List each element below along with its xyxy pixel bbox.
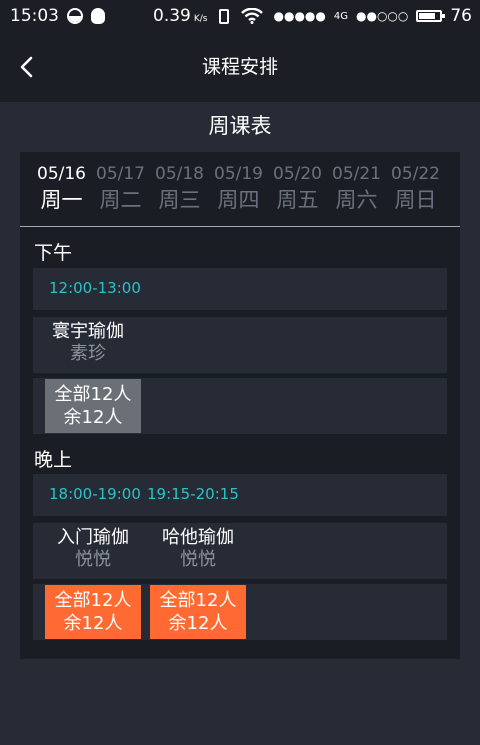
nav-bar: 课程安排 bbox=[0, 32, 480, 102]
slot-remaining: 余12人 bbox=[63, 407, 123, 428]
time-slot[interactable]: 18:00-19:00 bbox=[49, 485, 141, 503]
slot-remaining: 余12人 bbox=[63, 613, 123, 634]
day-tab-fri[interactable]: 05/20 周五 bbox=[268, 162, 327, 220]
status-center: 0.39 K/s bbox=[153, 0, 264, 32]
day-week: 周四 bbox=[217, 188, 260, 212]
battery-icon bbox=[416, 10, 446, 22]
time-row-afternoon: 12:00-13:00 bbox=[33, 268, 447, 310]
do-not-disturb-icon bbox=[67, 8, 83, 24]
course-item[interactable]: 哈他瑜伽 悦悦 bbox=[143, 527, 253, 571]
booking-slot[interactable]: 全部12人 余12人 bbox=[45, 379, 141, 433]
slot-total: 全部12人 bbox=[159, 590, 237, 611]
status-left: 15:03 bbox=[10, 6, 105, 26]
course-item[interactable]: 入门瑜伽 悦悦 bbox=[38, 527, 148, 571]
day-date: 05/21 bbox=[332, 164, 381, 184]
course-teacher: 素珍 bbox=[70, 343, 106, 364]
time-slot[interactable]: 12:00-13:00 bbox=[49, 279, 141, 297]
day-date: 05/19 bbox=[214, 164, 263, 184]
signal-strength-icon-2: ●●○○○ bbox=[356, 9, 409, 23]
day-tab-sun[interactable]: 05/22 周日 bbox=[386, 162, 445, 220]
back-button[interactable] bbox=[12, 52, 42, 82]
page-title: 课程安排 bbox=[201, 56, 278, 78]
schedule-title: 周课表 bbox=[208, 114, 272, 138]
slot-row-evening: 全部12人 余12人 全部12人 余12人 bbox=[33, 584, 447, 640]
course-name: 寰宇瑜伽 bbox=[52, 321, 124, 342]
slot-remaining: 余12人 bbox=[168, 613, 228, 634]
course-name: 哈他瑜伽 bbox=[162, 527, 234, 548]
day-week: 周日 bbox=[394, 188, 437, 212]
course-name: 入门瑜伽 bbox=[57, 527, 129, 548]
network-type: 4G bbox=[333, 10, 348, 22]
booking-slot[interactable]: 全部12人 余12人 bbox=[45, 585, 141, 639]
course-teacher: 悦悦 bbox=[180, 549, 216, 570]
day-tab-mon[interactable]: 05/16 周一 bbox=[32, 162, 91, 220]
day-tab-wed[interactable]: 05/18 周三 bbox=[150, 162, 209, 220]
status-right: ●●●●● 4G ●●○○○ 76 bbox=[274, 0, 472, 32]
day-week: 周六 bbox=[335, 188, 378, 212]
day-date: 05/22 bbox=[391, 164, 440, 184]
day-selector: 05/16 周一 05/17 周二 05/18 周三 05/19 周四 05/2… bbox=[32, 162, 448, 220]
network-speed: 0.39 K/s bbox=[153, 6, 207, 26]
course-teacher: 悦悦 bbox=[75, 549, 111, 570]
day-date: 05/17 bbox=[96, 164, 145, 184]
network-speed-value: 0.39 bbox=[153, 6, 191, 26]
day-date: 05/16 bbox=[37, 164, 86, 184]
network-speed-unit: K/s bbox=[193, 14, 208, 24]
schedule-panel: 05/16 周一 05/17 周二 05/18 周三 05/19 周四 05/2… bbox=[20, 152, 460, 659]
day-tab-tue[interactable]: 05/17 周二 bbox=[91, 162, 150, 220]
status-bar: 15:03 0.39 K/s ●●●●● 4G ●●○○○ 76 bbox=[0, 0, 480, 32]
course-row-afternoon: 寰宇瑜伽 素珍 bbox=[33, 317, 447, 373]
period-label-evening: 晚上 bbox=[34, 449, 73, 471]
wifi-icon bbox=[241, 8, 264, 24]
time-row-evening: 18:00-19:00 19:15-20:15 bbox=[33, 474, 447, 516]
day-week: 周二 bbox=[99, 188, 142, 212]
period-label-afternoon: 下午 bbox=[34, 242, 73, 264]
status-time: 15:03 bbox=[10, 6, 59, 26]
course-row-evening: 入门瑜伽 悦悦 哈他瑜伽 悦悦 bbox=[33, 523, 447, 579]
day-tab-thu[interactable]: 05/19 周四 bbox=[209, 162, 268, 220]
course-item[interactable]: 寰宇瑜伽 素珍 bbox=[33, 321, 143, 365]
day-week: 周三 bbox=[158, 188, 201, 212]
booking-slot[interactable]: 全部12人 余12人 bbox=[150, 585, 246, 639]
signal-strength-icon: ●●●●● bbox=[273, 9, 326, 23]
day-week: 周五 bbox=[276, 188, 319, 212]
day-tab-sat[interactable]: 05/21 周六 bbox=[327, 162, 386, 220]
chevron-left-icon bbox=[20, 56, 33, 78]
slot-total: 全部12人 bbox=[54, 384, 132, 405]
day-divider bbox=[20, 226, 460, 227]
day-date: 05/18 bbox=[155, 164, 204, 184]
qq-icon bbox=[91, 8, 105, 24]
slot-row-afternoon: 全部12人 余12人 bbox=[33, 378, 447, 434]
slot-total: 全部12人 bbox=[54, 590, 132, 611]
time-slot[interactable]: 19:15-20:15 bbox=[147, 485, 239, 503]
day-week: 周一 bbox=[40, 188, 83, 212]
vibrate-icon bbox=[219, 8, 230, 24]
day-date: 05/20 bbox=[273, 164, 322, 184]
battery-level: 76 bbox=[450, 6, 472, 26]
